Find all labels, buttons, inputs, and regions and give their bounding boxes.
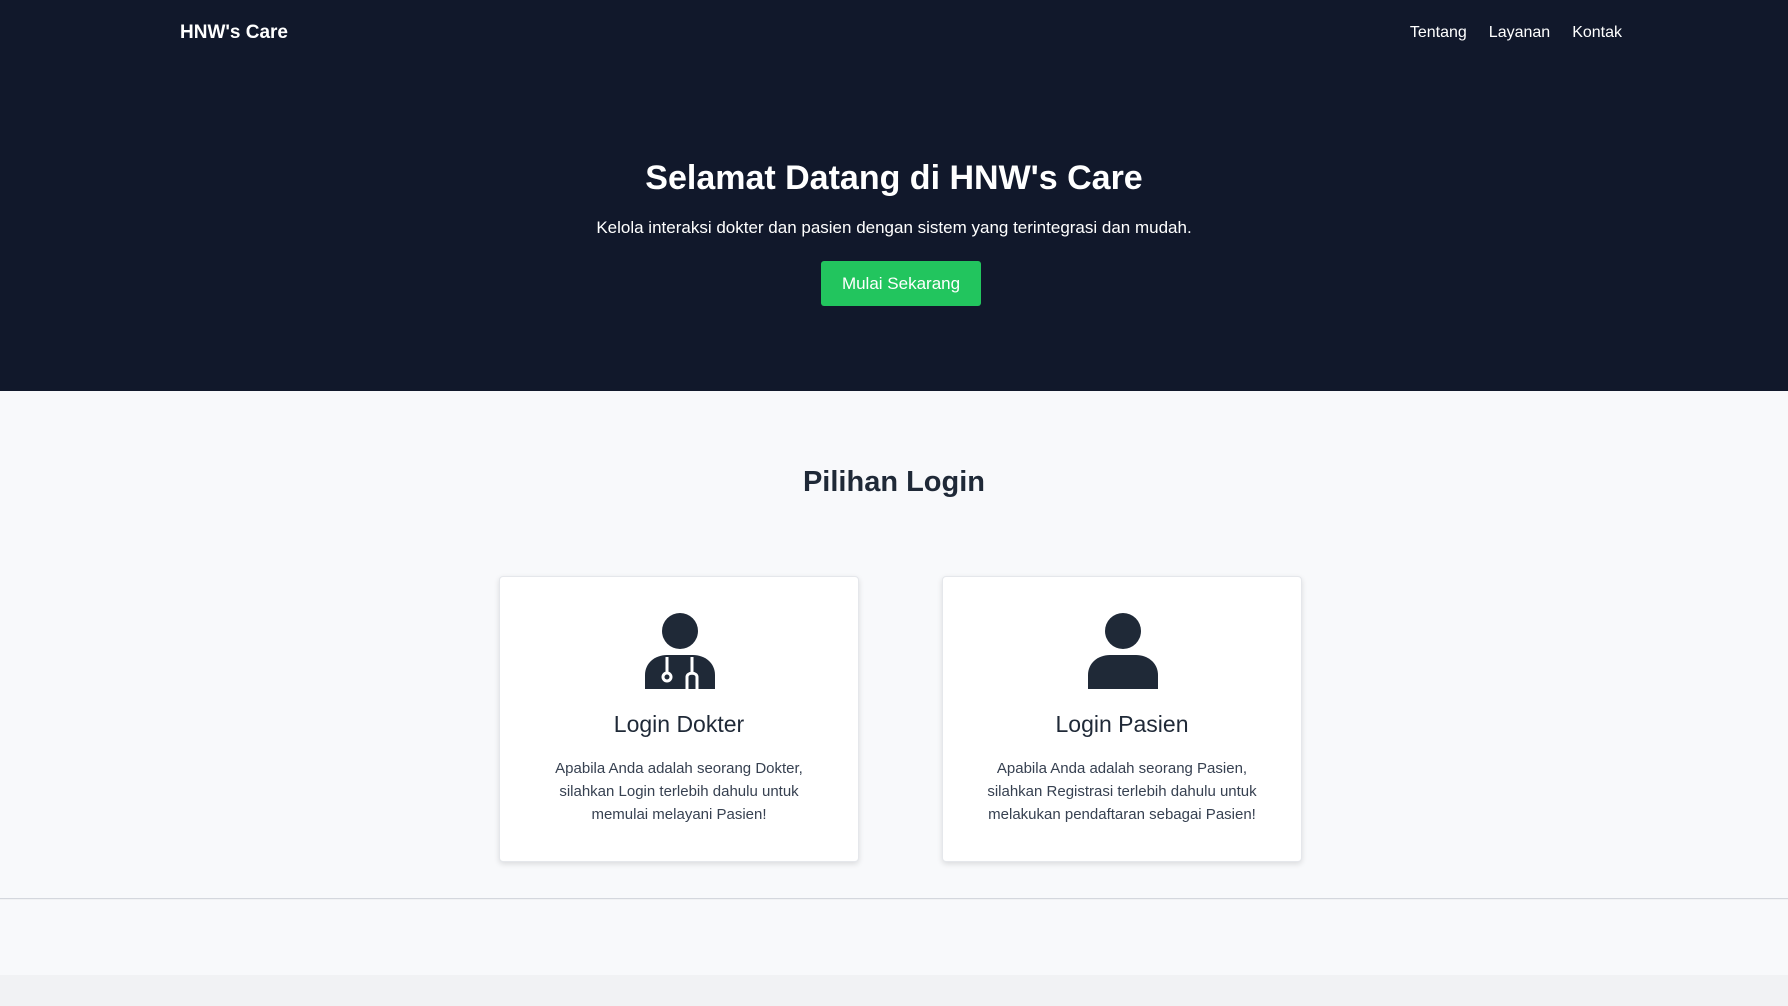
nav-link-layanan[interactable]: Layanan [1489, 20, 1550, 46]
card-description: Apabila Anda adalah seorang Dokter, sila… [555, 760, 803, 823]
card-title: Login Dokter [613, 711, 745, 737]
login-options-section: Pilihan Login Login Dokter Apabila Anda … [0, 391, 1788, 899]
user-icon [1088, 613, 1158, 689]
doctor-icon [645, 613, 715, 689]
hero-title: Selamat Datang di HNW's Care [645, 159, 1143, 197]
login-doctor-card[interactable]: Login Dokter Apabila Anda adalah seorang… [499, 576, 859, 862]
page-bottom [0, 975, 1788, 1006]
footer [0, 900, 1788, 975]
card-description: Apabila Anda adalah seorang Pasien, sila… [987, 760, 1257, 823]
brand-logo[interactable]: HNW's Care [180, 20, 288, 46]
top-nav: Tentang Layanan Kontak [1410, 20, 1622, 46]
hero-section: HNW's Care Tentang Layanan Kontak Selama… [0, 0, 1788, 391]
section-title: Pilihan Login [802, 466, 986, 498]
start-now-button[interactable]: Mulai Sekarang [821, 261, 981, 306]
card-title: Login Pasien [1055, 711, 1189, 737]
nav-link-kontak[interactable]: Kontak [1572, 20, 1622, 46]
hero-subtitle: Kelola interaksi dokter dan pasien denga… [596, 218, 1192, 237]
login-patient-card[interactable]: Login Pasien Apabila Anda adalah seorang… [942, 576, 1302, 862]
nav-link-tentang[interactable]: Tentang [1410, 20, 1467, 46]
